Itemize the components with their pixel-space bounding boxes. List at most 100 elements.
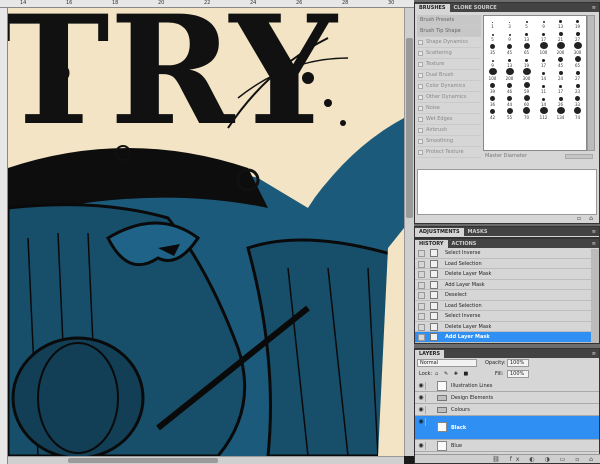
brush-preset[interactable]: 300 <box>569 42 586 55</box>
brush-preset[interactable]: 70 <box>518 107 535 120</box>
brush-preset[interactable]: 100 <box>484 68 501 81</box>
scattering-item[interactable]: Scattering <box>417 48 481 59</box>
brush-preset[interactable]: 14 <box>535 68 552 81</box>
brush-preset[interactable]: 1 <box>484 16 501 29</box>
history-source-box[interactable] <box>418 260 425 268</box>
layer-name[interactable]: Blue <box>451 440 462 452</box>
brush-preset[interactable]: 9 <box>501 29 518 42</box>
horizontal-scrollbar[interactable] <box>8 456 404 464</box>
brush-preset[interactable]: 65 <box>518 42 535 55</box>
delete-brush-icon[interactable]: ⌂ <box>587 215 595 223</box>
panel-menu-icon[interactable]: ≡ <box>592 240 599 248</box>
history-item[interactable]: Select Inverse <box>415 311 599 322</box>
brush-preset[interactable]: 3 <box>501 16 518 29</box>
history-source-box[interactable] <box>418 250 425 257</box>
history-source-box[interactable] <box>418 313 425 320</box>
airbrush-item[interactable]: Airbrush <box>417 125 481 136</box>
tab-history[interactable]: HISTORY <box>415 240 448 248</box>
history-scrollbar[interactable] <box>591 249 599 343</box>
brush-preset[interactable]: 134 <box>552 107 569 120</box>
brush-preset[interactable]: 13 <box>552 16 569 29</box>
brush-preset-grid[interactable]: 1 3 5 9 13 19 5 9 13 17 21 27 35 45 65 100 200 300 9 13 19 17… <box>483 15 587 151</box>
visibility-eye-icon[interactable]: ◉ <box>417 418 426 426</box>
brush-preset[interactable]: 9 <box>535 16 552 29</box>
brush-grid-scrollbar[interactable] <box>587 15 595 151</box>
history-item[interactable]: Delete Layer Mask <box>415 269 599 280</box>
brush-preset[interactable]: 200 <box>552 42 569 55</box>
brush-tip-shape-item[interactable]: Brush Tip Shape <box>417 26 481 37</box>
layer-row[interactable]: ◉ Illustration Lines <box>415 380 599 392</box>
brush-preset[interactable]: 5 <box>484 29 501 42</box>
new-brush-icon[interactable]: ▫ <box>575 215 583 223</box>
opacity-input[interactable]: 100% <box>507 359 529 367</box>
brush-preset[interactable]: 19 <box>569 16 586 29</box>
history-source-box[interactable] <box>418 292 425 299</box>
brush-preset[interactable]: 300 <box>518 68 535 81</box>
brush-preset[interactable]: 19 <box>518 55 535 68</box>
dual-brush-item[interactable]: Dual Brush <box>417 70 481 81</box>
brush-preset[interactable]: 55 <box>501 107 518 120</box>
history-item[interactable]: Load Selection <box>415 301 599 311</box>
shape-dynamics-item[interactable]: Shape Dynamics <box>417 37 481 48</box>
brush-preset[interactable]: 39 <box>484 81 501 94</box>
noise-item[interactable]: Noise <box>417 103 481 114</box>
brush-preset[interactable]: 14 <box>535 94 552 107</box>
brush-preset[interactable]: 11 <box>535 81 552 94</box>
visibility-eye-icon[interactable]: ◉ <box>417 382 426 390</box>
brush-preset[interactable]: 46 <box>501 81 518 94</box>
vertical-scrollbar[interactable] <box>404 8 414 456</box>
layer-name[interactable]: Illustration Lines <box>451 380 492 392</box>
brush-preset[interactable]: 27 <box>569 68 586 81</box>
history-item[interactable]: Add Layer Mask <box>415 332 599 343</box>
brush-preset[interactable]: 21 <box>552 29 569 42</box>
brush-preset[interactable]: 13 <box>518 29 535 42</box>
history-source-box[interactable] <box>418 323 425 331</box>
brush-preset[interactable]: 112 <box>535 107 552 120</box>
brush-preset[interactable]: 13 <box>501 55 518 68</box>
wet-edges-item[interactable]: Wet Edges <box>417 114 481 125</box>
brush-preset[interactable]: 27 <box>569 29 586 42</box>
brush-preset[interactable]: 36 <box>484 94 501 107</box>
visibility-eye-icon[interactable]: ◉ <box>417 406 426 414</box>
layer-name[interactable]: Black <box>451 416 466 440</box>
layers-footer-icons[interactable]: ⛓ fx ◐ ◑ ▭ ▫ ⌂ <box>415 454 600 463</box>
lock-icons[interactable]: ▫ ✎ ✚ ■ <box>435 369 470 380</box>
visibility-eye-icon[interactable]: ◉ <box>417 394 426 402</box>
fill-input[interactable]: 100% <box>507 370 529 378</box>
layer-row[interactable]: ◉ Design Elements <box>415 392 599 404</box>
brush-preset[interactable]: 17 <box>535 55 552 68</box>
brush-preset[interactable]: 65 <box>569 55 586 68</box>
brush-preset[interactable]: 24 <box>552 68 569 81</box>
brush-preset[interactable]: 5 <box>518 16 535 29</box>
layer-row[interactable]: ◉ Black <box>415 416 599 440</box>
history-source-box[interactable] <box>418 302 425 310</box>
brush-preset[interactable]: 200 <box>501 68 518 81</box>
artwork-image[interactable]: TRY <box>8 8 404 456</box>
history-source-box[interactable] <box>418 334 425 341</box>
brush-preset[interactable]: 17 <box>535 29 552 42</box>
history-item[interactable]: Select Inverse <box>415 248 599 259</box>
color-dynamics-item[interactable]: Color Dynamics <box>417 81 481 92</box>
history-item[interactable]: Delete Layer Mask <box>415 322 599 332</box>
smoothing-item[interactable]: Smoothing <box>417 136 481 147</box>
protect-texture-item[interactable]: Protect Texture <box>417 147 481 158</box>
brush-preset[interactable]: 59 <box>518 81 535 94</box>
history-source-box[interactable] <box>418 281 425 289</box>
brush-preset[interactable]: 60 <box>518 94 535 107</box>
history-item[interactable]: Load Selection <box>415 259 599 269</box>
texture-item[interactable]: Texture <box>417 59 481 70</box>
layer-row[interactable]: ◉ Colours <box>415 404 599 416</box>
blend-mode-select[interactable]: Normal <box>417 359 477 367</box>
brush-preset[interactable]: 74 <box>569 107 586 120</box>
tab-layers[interactable]: LAYERS <box>415 350 445 358</box>
brush-preset[interactable]: 35 <box>484 42 501 55</box>
panel-menu-icon[interactable]: ≡ <box>592 4 599 12</box>
brush-preset[interactable]: 45 <box>501 42 518 55</box>
brush-presets-item[interactable]: Brush Presets <box>417 15 481 26</box>
history-item[interactable]: Add Layer Mask <box>415 280 599 290</box>
tab-clone-source[interactable]: CLONE SOURCE <box>450 4 501 12</box>
layer-name[interactable]: Design Elements <box>451 392 493 404</box>
brush-preset[interactable]: 42 <box>484 107 501 120</box>
document-canvas-area[interactable]: 14 16 18 20 22 24 26 28 30 TRY <box>0 0 414 464</box>
layer-row[interactable]: ◉ Blue <box>415 440 599 452</box>
